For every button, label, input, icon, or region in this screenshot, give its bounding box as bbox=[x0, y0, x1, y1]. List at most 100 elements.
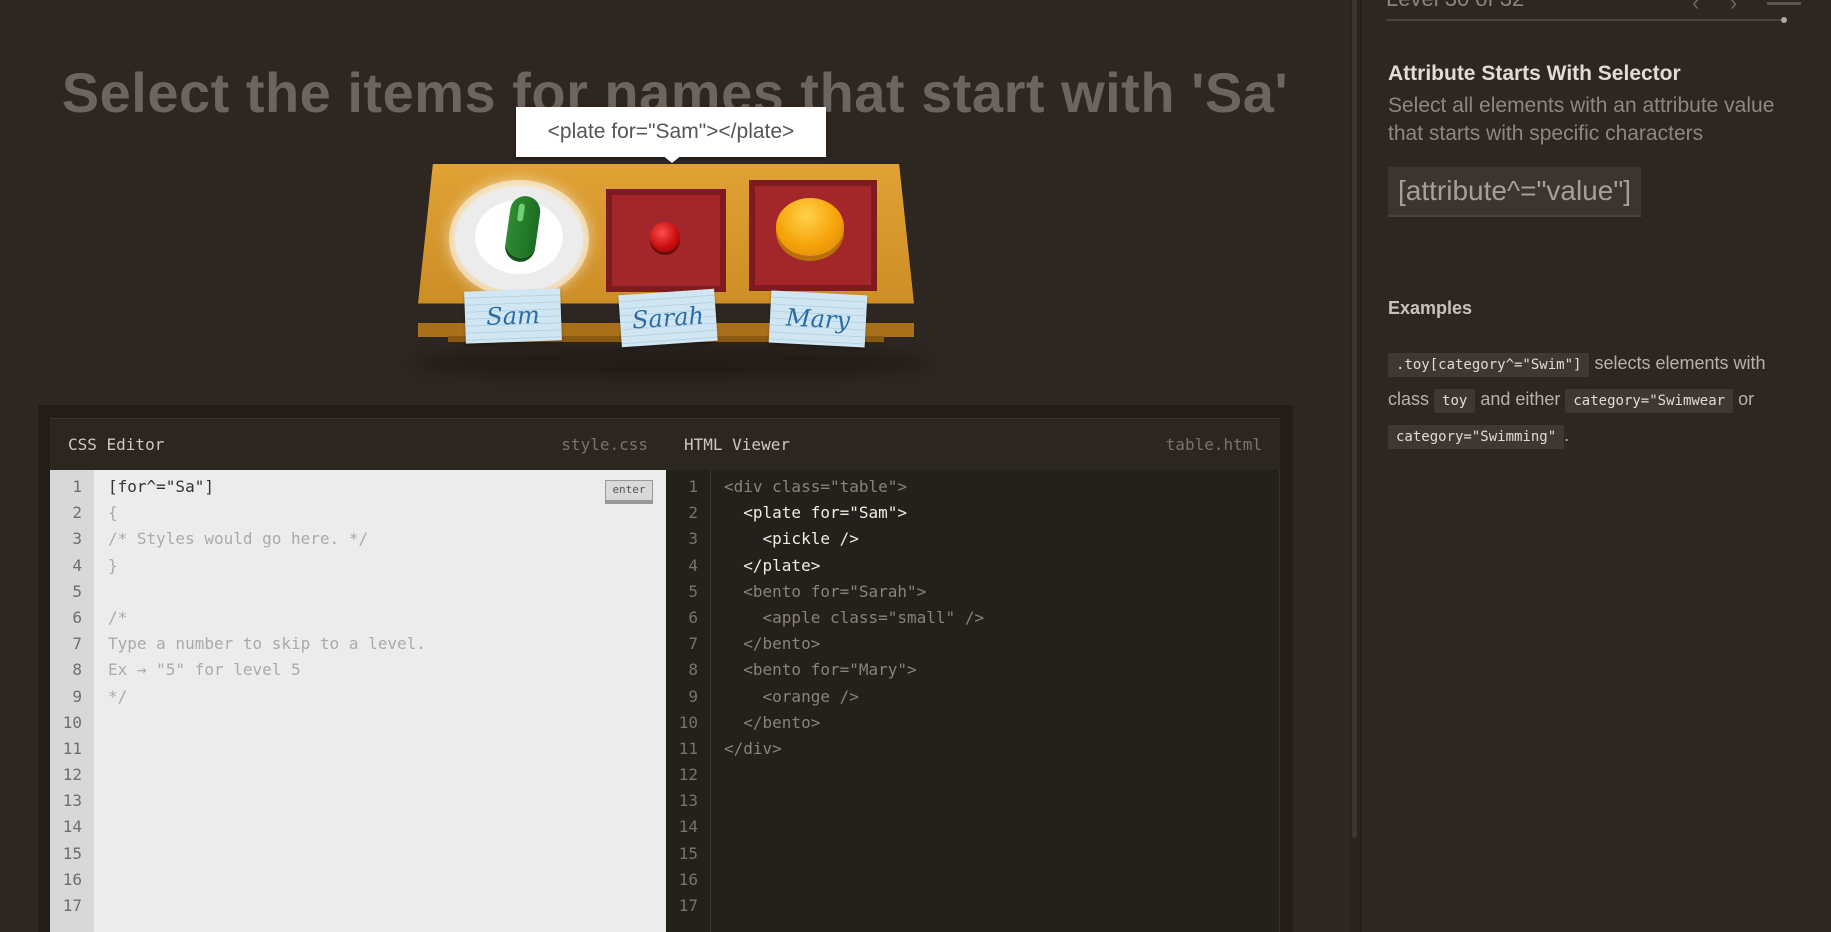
line-number: 6 bbox=[688, 607, 698, 627]
html-markup: <div class="table"> <plate for="Sam"> <p… bbox=[724, 474, 984, 762]
line-number: 16 bbox=[62, 869, 82, 889]
selector-syntax: [attribute^="value"] bbox=[1388, 167, 1642, 217]
line-number: 14 bbox=[678, 817, 698, 837]
selector-description: Select all elements with an attribute va… bbox=[1388, 94, 1775, 145]
enter-button[interactable]: enter bbox=[605, 480, 653, 504]
css-input[interactable]: [for^="Sa"] { /* Styles would go here. */}… bbox=[108, 474, 426, 710]
css-line-gutter: 1 2 3 4 5 6 7 8 9 10 11 12 13 14 15 16 17 bbox=[50, 470, 94, 932]
line-number: 10 bbox=[678, 712, 698, 732]
line-number: 11 bbox=[678, 738, 698, 758]
apple-small[interactable] bbox=[650, 222, 680, 252]
code-line: <bento for="Sarah"> bbox=[724, 581, 927, 601]
next-level-icon[interactable]: › bbox=[1730, 0, 1737, 15]
css-editor-header: CSS Editor style.css bbox=[50, 418, 666, 470]
scrollbar-thumb[interactable] bbox=[1352, 0, 1357, 838]
html-viewer-pane: HTML Viewer table.html 1 2 3 4 5 6 7 8 9 10 11 12 13… bbox=[666, 418, 1280, 932]
css-editor-pane: CSS Editor style.css 1 2 3 4 5 6 7 8 9 10 11 12 13 14… bbox=[50, 418, 666, 932]
name-card-sarah: Sarah bbox=[618, 288, 718, 348]
code-line: Ex → "5" for level 5 bbox=[108, 660, 301, 680]
line-number: 5 bbox=[688, 581, 698, 601]
line-number: 9 bbox=[72, 686, 82, 706]
line-number: 3 bbox=[688, 529, 698, 549]
name-card-sam: Sam bbox=[464, 288, 562, 344]
code-line: </bento> bbox=[724, 634, 821, 654]
examples-heading: Examples bbox=[1388, 298, 1473, 318]
code-line: <apple class="small" /> bbox=[724, 607, 985, 627]
table-shadow bbox=[410, 348, 930, 378]
line-number: 15 bbox=[62, 843, 82, 863]
code-line: } bbox=[108, 555, 118, 575]
example-text: .toy[category^="Swim"] selects elements … bbox=[1388, 346, 1808, 454]
scrollbar[interactable] bbox=[1350, 0, 1360, 932]
line-number: 12 bbox=[62, 765, 82, 785]
css-editor-body[interactable]: 1 2 3 4 5 6 7 8 9 10 11 12 13 14 15 16 17 [for^="Sa"]{/*… bbox=[50, 470, 666, 932]
line-number: 15 bbox=[678, 843, 698, 863]
css-editor-filename: style.css bbox=[561, 435, 648, 454]
line-number: 3 bbox=[72, 529, 82, 549]
example-code: category="Swimwear bbox=[1565, 389, 1734, 413]
code-line: </plate> bbox=[724, 555, 821, 575]
code-line: <div class="table"> bbox=[724, 477, 908, 496]
level-nav: ‹ › bbox=[1692, 0, 1737, 16]
line-number: 4 bbox=[72, 555, 82, 575]
selector-title: Attribute Starts With Selector bbox=[1388, 62, 1681, 85]
line-number: 1 bbox=[72, 477, 82, 496]
code-line: { bbox=[108, 503, 118, 523]
line-number: 17 bbox=[678, 896, 698, 915]
name-card-mary: Mary bbox=[768, 290, 868, 348]
code-line: </bento> bbox=[724, 712, 821, 732]
code-line: /* Styles would go here. */ bbox=[108, 529, 369, 549]
line-number: 13 bbox=[678, 791, 698, 811]
code-line: <pickle /> bbox=[724, 529, 859, 549]
line-number: 6 bbox=[72, 607, 82, 627]
line-number: 7 bbox=[688, 634, 698, 654]
example-code: .toy[category^="Swim"] bbox=[1388, 353, 1590, 377]
example-code: category="Swimming" bbox=[1388, 425, 1565, 449]
line-number: 14 bbox=[62, 817, 82, 837]
level-progress-dot bbox=[1781, 17, 1787, 23]
html-viewer-body: 1 2 3 4 5 6 7 8 9 10 11 12 13 14 15 16 17 <div class="ta… bbox=[666, 470, 1280, 932]
line-number: 10 bbox=[62, 712, 82, 732]
element-tooltip: <plate for="Sam"></plate> bbox=[516, 107, 826, 157]
line-number: 2 bbox=[688, 503, 698, 523]
code-line: <orange /> bbox=[724, 686, 859, 706]
example-text-part: or bbox=[1733, 389, 1755, 409]
code-line: Type a number to skip to a level. bbox=[108, 634, 426, 654]
level-progress-bar bbox=[1386, 19, 1783, 21]
css-editor-title: CSS Editor bbox=[68, 435, 165, 454]
code-line: */ bbox=[108, 686, 128, 706]
line-number: 7 bbox=[72, 634, 82, 654]
line-number: 2 bbox=[72, 503, 82, 523]
html-line-gutter: 1 2 3 4 5 6 7 8 9 10 11 12 13 14 15 16 17 bbox=[666, 470, 711, 932]
line-number: 11 bbox=[62, 738, 82, 758]
line-number: 16 bbox=[678, 869, 698, 889]
sidebar: Level 30 of 32 ‹ › Attribute Starts With… bbox=[1362, 0, 1831, 932]
code-line: [for^="Sa"] bbox=[108, 477, 214, 496]
html-viewer-title: HTML Viewer bbox=[684, 435, 790, 454]
line-number: 4 bbox=[688, 555, 698, 575]
line-number: 5 bbox=[72, 581, 82, 601]
line-number: 8 bbox=[688, 660, 698, 680]
line-number: 9 bbox=[688, 686, 698, 706]
line-number: 17 bbox=[62, 896, 82, 915]
level-indicator: Level 30 of 32 bbox=[1386, 0, 1524, 12]
example-text-part: and either bbox=[1475, 389, 1566, 409]
orange[interactable] bbox=[776, 198, 844, 256]
html-viewer-filename: table.html bbox=[1165, 435, 1262, 454]
code-line: <plate for="Sam"> bbox=[724, 503, 908, 523]
menu-icon[interactable] bbox=[1767, 2, 1801, 5]
html-viewer-header: HTML Viewer table.html bbox=[666, 418, 1280, 470]
example-code: toy bbox=[1434, 389, 1476, 413]
line-number: 13 bbox=[62, 791, 82, 811]
line-number: 12 bbox=[678, 765, 698, 785]
editor: CSS Editor style.css 1 2 3 4 5 6 7 8 9 10 11 12 13 14… bbox=[50, 418, 1280, 932]
line-number: 1 bbox=[688, 477, 698, 496]
code-line: /* bbox=[108, 607, 128, 627]
code-line: </div> bbox=[724, 738, 782, 758]
previous-level-icon[interactable]: ‹ bbox=[1692, 0, 1699, 15]
tooltip-arrow bbox=[662, 155, 682, 163]
example-text-part: . bbox=[1564, 425, 1570, 445]
code-line: <bento for="Mary"> bbox=[724, 660, 917, 680]
line-number: 8 bbox=[72, 660, 82, 680]
